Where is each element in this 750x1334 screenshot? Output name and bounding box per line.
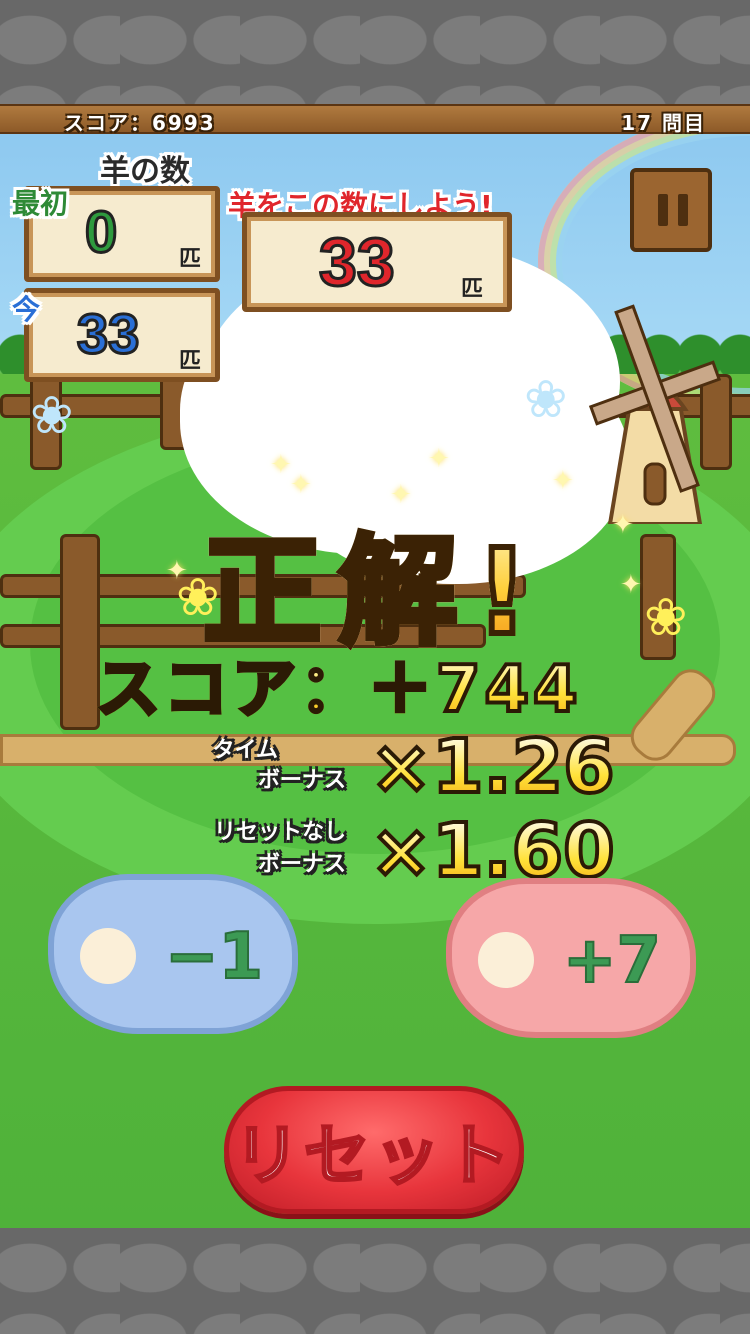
sparkle-icon: ✦ (270, 450, 292, 480)
butterfly-icon: ❀ (524, 370, 568, 430)
reset-button[interactable]: リセット (224, 1086, 524, 1214)
minus-sheep-label: −1 (164, 919, 264, 995)
score-display: スコア：6993 (64, 111, 216, 135)
initial-count-unit: 匹 (179, 247, 202, 272)
current-count-sign: 33 匹 (24, 288, 220, 382)
dirt-path (0, 734, 736, 766)
target-value: 33 (318, 223, 397, 302)
sheep-count-title: 羊の数 (100, 154, 190, 189)
current-count-value: 33 (75, 301, 140, 367)
sparkle-icon: ✦ (428, 444, 450, 474)
minus-sheep-button[interactable]: −1 (48, 874, 298, 1034)
current-count-unit: 匹 (179, 349, 202, 374)
plus-sheep-button[interactable]: +7 (446, 878, 696, 1038)
sheep-face-icon (80, 928, 136, 984)
initial-count-label: 最初 (12, 187, 69, 220)
stone-wall-bottom (0, 1228, 750, 1334)
top-bar: スコア：6993 17 問目 (0, 104, 750, 135)
stone-wall-top (0, 0, 750, 108)
pause-icon (658, 194, 668, 226)
question-number: 17 問目 (621, 111, 706, 135)
sheep-face-icon (478, 932, 534, 988)
result-score-line: スコア：＋744 (94, 638, 582, 730)
time-bonus-label-1: タイム (212, 738, 278, 763)
sparkle-icon: ✦ (552, 466, 574, 496)
windmill-icon (588, 304, 722, 524)
time-bonus-label-2: ボーナス (257, 768, 346, 793)
target-sign: 33 匹 (242, 212, 512, 312)
plus-sheep-label: +7 (562, 923, 662, 999)
pause-icon (678, 194, 688, 226)
pause-button[interactable] (630, 168, 712, 252)
time-bonus-value: ×1.26 (368, 722, 617, 812)
butterfly-icon: ❀ (30, 386, 74, 446)
target-unit: 匹 (461, 277, 484, 302)
no-reset-bonus-label-1: リセットなし (213, 820, 346, 845)
current-count-label: 今 (12, 293, 41, 326)
reset-button-label: リセット (233, 1116, 514, 1196)
initial-count-value: 0 (83, 199, 118, 267)
